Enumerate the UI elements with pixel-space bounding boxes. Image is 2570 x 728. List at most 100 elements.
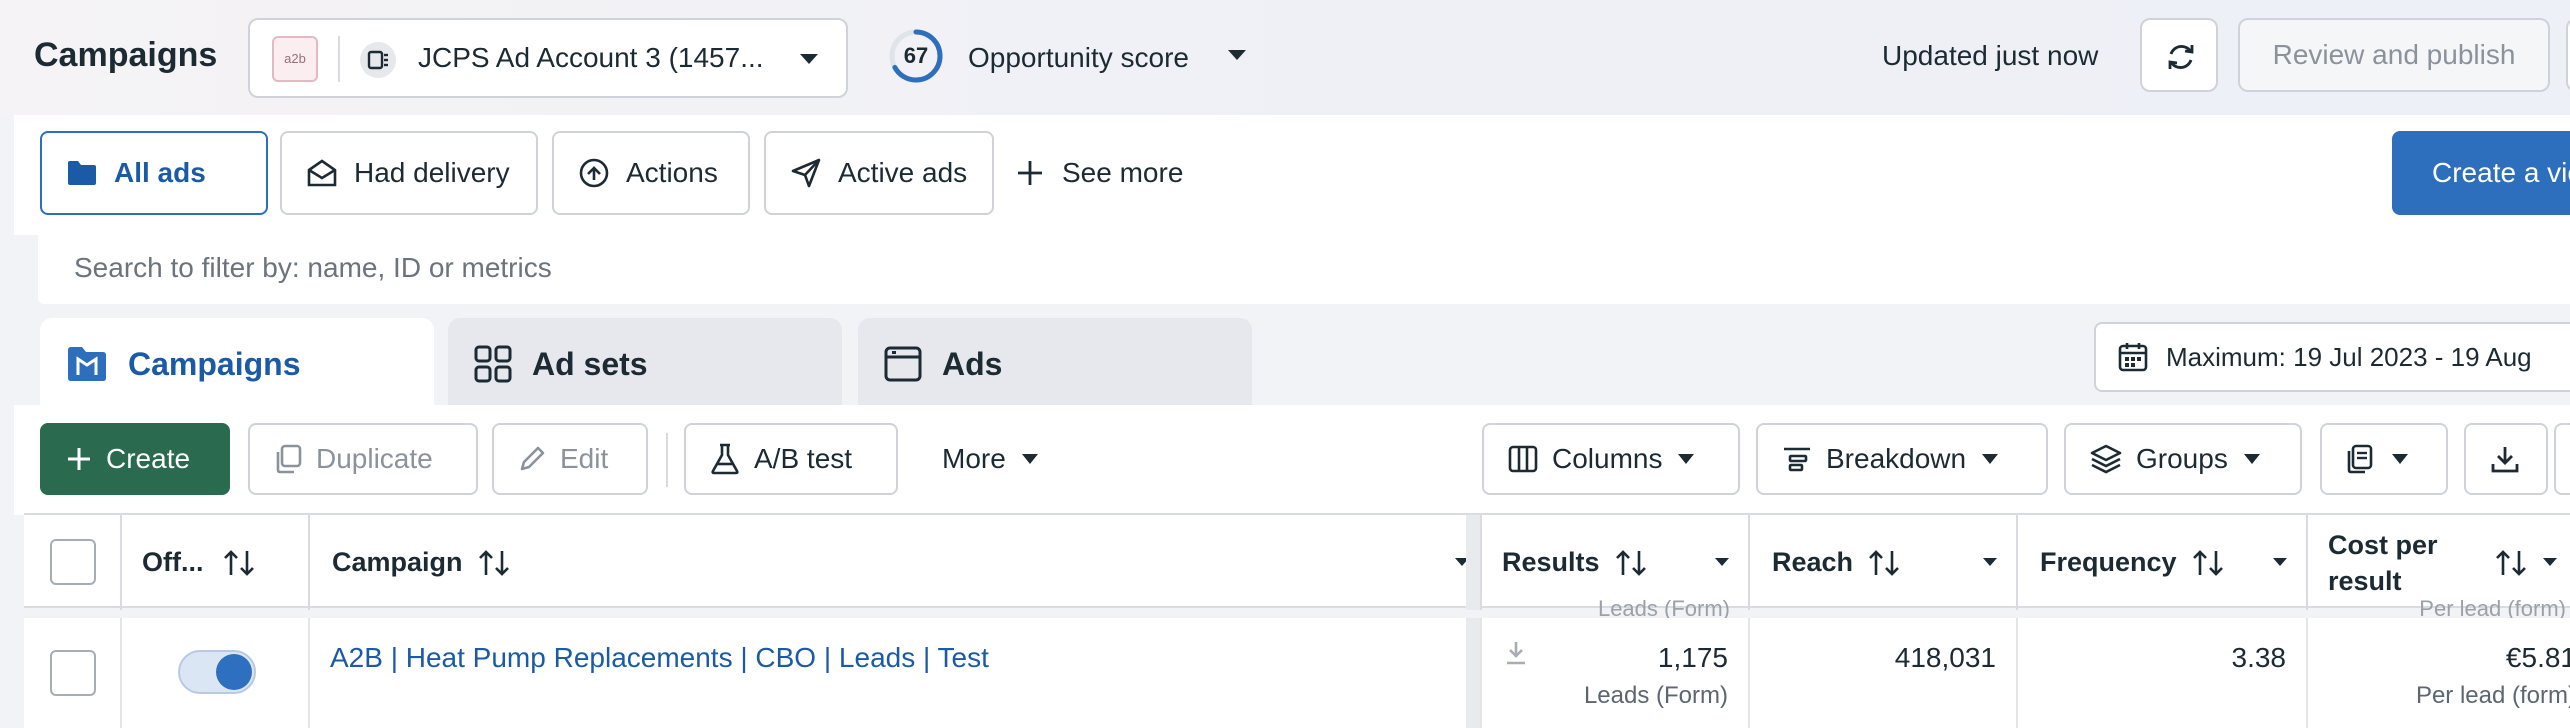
opportunity-score-label[interactable]: Opportunity score [968, 42, 1189, 74]
more-label: More [942, 443, 1006, 474]
calendar-icon [2118, 343, 2148, 372]
tab-campaigns[interactable]: Campaigns [40, 318, 434, 410]
results-value: 1,175 [1657, 642, 1728, 673]
caret-down-icon [2273, 558, 2287, 566]
review-and-publish-button[interactable]: Review and publish [2238, 18, 2550, 92]
caret-down-icon [1982, 454, 1999, 464]
groups-button[interactable]: Groups [2064, 423, 2302, 495]
create-label: Create [106, 443, 191, 474]
date-range-picker[interactable]: Maximum: 19 Jul 2023 - 19 Aug [2094, 322, 2570, 392]
campaign-name-link[interactable]: A2B | Heat Pump Replacements | CBO | Lea… [330, 642, 989, 674]
filter-active-ads[interactable]: Active ads [764, 131, 994, 215]
column-label: Off... [142, 547, 204, 577]
tab-label: Ad sets [532, 345, 648, 382]
caret-down-icon [1021, 454, 1038, 464]
row-toggle-cell [120, 618, 308, 728]
row-checkbox[interactable] [50, 650, 96, 696]
filter-label: Actions [626, 157, 718, 188]
caret-down-icon [798, 52, 820, 66]
search-input[interactable]: Search to filter by: name, ID or metrics [38, 232, 2570, 304]
filter-all-ads[interactable]: All ads [40, 131, 268, 215]
account-selector[interactable]: a2b JCPS Ad Account 3 (1457... [248, 18, 848, 98]
filter-label: Active ads [838, 157, 968, 188]
sort-icon [2496, 550, 2526, 576]
column-header-campaign[interactable]: Campaign [308, 515, 1488, 610]
campaign-toggle[interactable] [178, 650, 256, 694]
edit-button[interactable]: Edit [492, 423, 648, 495]
caret-down-icon [1715, 558, 1729, 566]
edit-label: Edit [560, 443, 609, 474]
create-view-button[interactable]: Create a view [2392, 131, 2570, 215]
row-reach-cell: 418,031 [1748, 618, 2016, 728]
layers-icon [2090, 444, 2122, 474]
column-header-frequency[interactable]: Frequency [2016, 515, 2306, 610]
header-overflow-button[interactable] [2566, 18, 2570, 92]
pencil-icon [520, 446, 545, 471]
report-icon [2347, 444, 2373, 474]
download-icon [1507, 642, 1525, 665]
create-button[interactable]: Create [40, 423, 230, 495]
plus-icon [1018, 161, 1042, 185]
tab-ads[interactable]: Ads [858, 318, 1252, 410]
date-range-label: Maximum: 19 Jul 2023 - 19 Aug [2166, 341, 2532, 372]
top-header: Campaigns a2b JCPS Ad Account 3 (1457...… [0, 0, 2570, 115]
duplicate-icon [276, 444, 302, 474]
frozen-column-divider [1466, 618, 1480, 728]
filter-had-delivery[interactable]: Had delivery [280, 131, 538, 215]
ab-test-label: A/B test [754, 443, 853, 474]
more-button[interactable]: More [916, 423, 1066, 495]
see-more-label: See more [1062, 157, 1184, 188]
column-header-reach[interactable]: Reach [1748, 515, 2016, 610]
filter-actions[interactable]: Actions [552, 131, 750, 215]
table-header: Off... Campaign Results Reach Frequency … [24, 513, 2570, 610]
refresh-button[interactable] [2140, 18, 2218, 92]
frozen-column-divider[interactable] [1466, 515, 1480, 610]
breakdown-label: Breakdown [1826, 443, 1967, 474]
folder-icon [68, 347, 106, 381]
breakdown-button[interactable]: Breakdown [1756, 423, 2048, 495]
table-row[interactable]: A2B | Heat Pump Replacements | CBO | Lea… [24, 618, 2570, 728]
columns-icon [1508, 445, 1538, 473]
reports-button[interactable] [2320, 423, 2448, 495]
column-label: Frequency [2040, 547, 2177, 577]
row-select-cell [24, 618, 120, 728]
row-frequency-cell: 3.38 [2016, 618, 2306, 728]
select-all-checkbox[interactable] [50, 539, 96, 585]
reach-value: 418,031 [1894, 642, 1996, 673]
ad-window-icon [884, 346, 922, 382]
toolbar-overflow-button[interactable] [2554, 423, 2570, 495]
send-icon [791, 158, 821, 188]
export-button[interactable] [2464, 423, 2548, 495]
column-header-offon[interactable]: Off... [120, 515, 308, 610]
select-all-cell [24, 515, 120, 610]
row-cost-cell: €5.81 Per lead (form) [2306, 618, 2570, 728]
column-label: Cost per [2328, 529, 2438, 560]
caret-down-icon [1678, 454, 1695, 464]
column-label: Reach [1772, 547, 1854, 577]
results-type: Leads (Form) [1583, 682, 1728, 709]
toolbar-separator [666, 433, 668, 487]
sort-icon [478, 549, 509, 576]
grid-icon [474, 345, 512, 383]
refresh-icon [2168, 45, 2194, 69]
arrow-up-circle-icon [579, 158, 609, 188]
cost-type: Per lead (form) [2415, 682, 2570, 709]
tab-ad-sets[interactable]: Ad sets [448, 318, 842, 410]
caret-down-icon [2243, 454, 2260, 464]
cost-value: €5.81 [2505, 642, 2570, 673]
account-logo: a2b [272, 36, 318, 82]
duplicate-label: Duplicate [316, 443, 433, 474]
folder-icon [68, 161, 96, 185]
envelope-open-icon [307, 159, 337, 187]
columns-button[interactable]: Columns [1482, 423, 1740, 495]
tab-label: Campaigns [128, 345, 301, 382]
download-icon [2491, 447, 2519, 473]
ab-test-button[interactable]: A/B test [684, 423, 898, 495]
search-placeholder: Search to filter by: name, ID or metrics [74, 252, 552, 283]
duplicate-button[interactable]: Duplicate [248, 423, 478, 495]
see-more-button[interactable]: See more [1016, 131, 1183, 215]
caret-down-icon[interactable] [1226, 48, 1248, 62]
column-label: result [2328, 565, 2402, 596]
frequency-value: 3.38 [2231, 642, 2287, 673]
row-campaign-cell: A2B | Heat Pump Replacements | CBO | Lea… [308, 618, 1466, 728]
